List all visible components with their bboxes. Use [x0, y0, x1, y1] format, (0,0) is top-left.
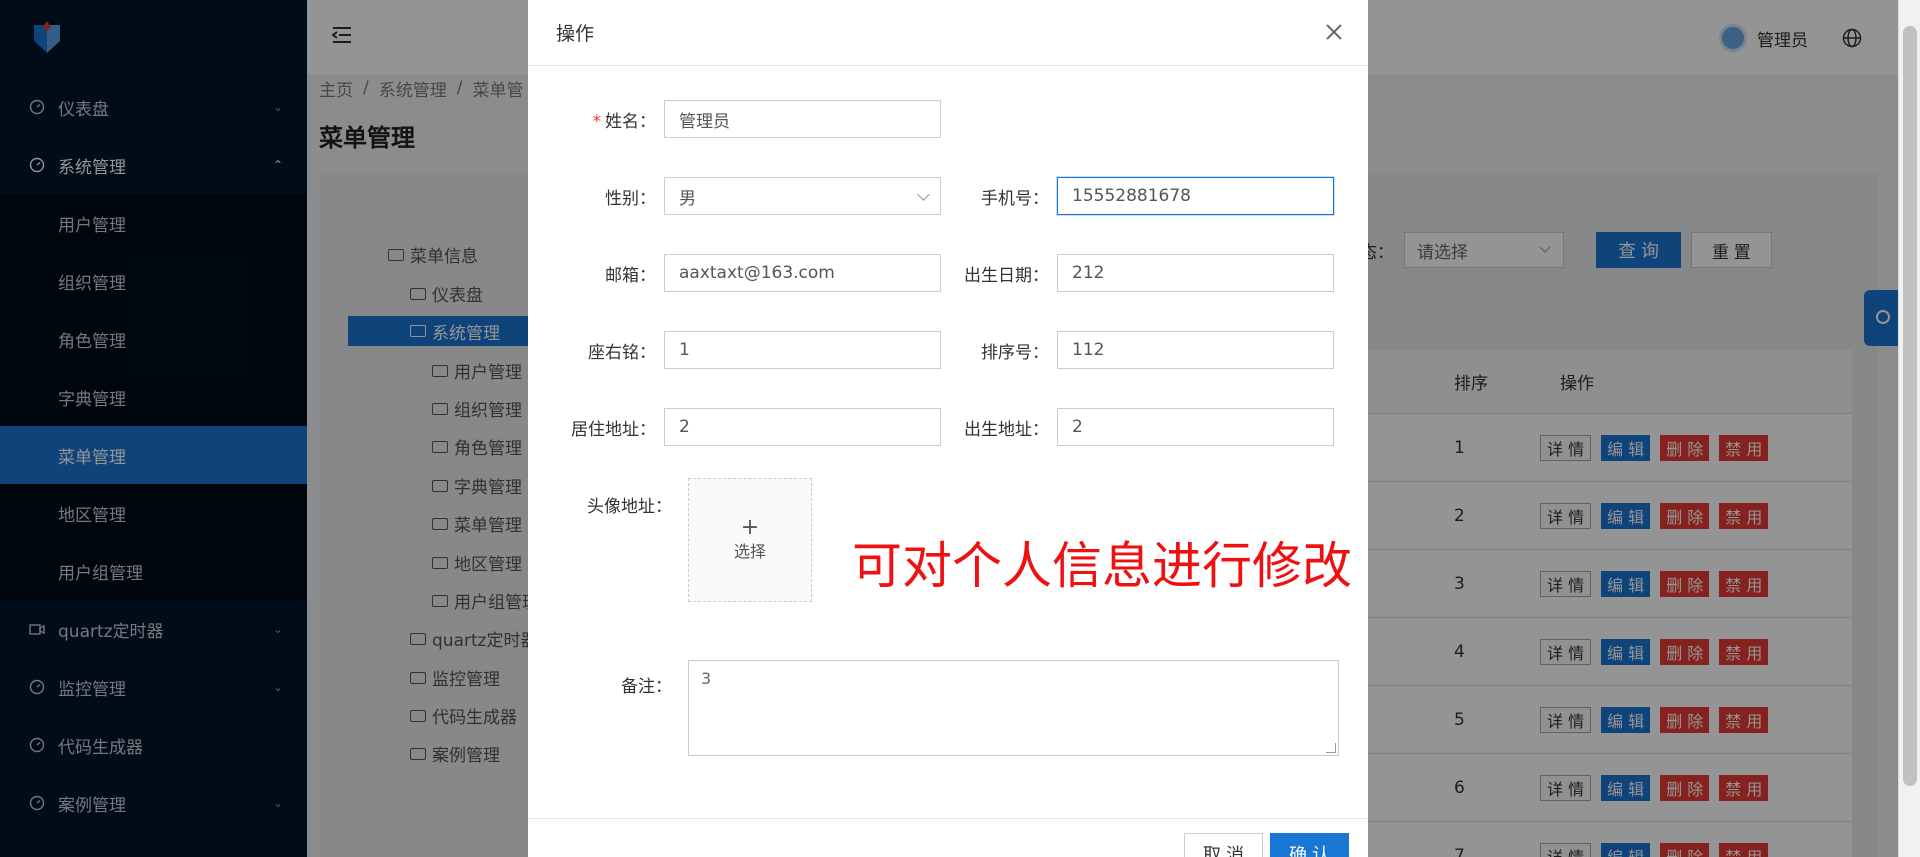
- address-label: 居住地址：: [571, 419, 656, 440]
- annotation-text: 可对个人信息进行修改: [852, 537, 1352, 595]
- remark-textarea[interactable]: 3: [688, 660, 1339, 756]
- phone-input[interactable]: 15552881678: [1057, 177, 1334, 215]
- gender-select[interactable]: 男: [664, 177, 941, 215]
- gender-label: 性别：: [605, 188, 656, 209]
- birth-date-label: 出生日期：: [964, 265, 1049, 286]
- birth-date-input[interactable]: 212: [1057, 254, 1334, 292]
- confirm-button[interactable]: 确 认: [1270, 833, 1350, 857]
- close-icon[interactable]: [1324, 22, 1344, 42]
- form-row-gender: 性别： 男: [528, 177, 941, 215]
- remark-label: 备注：: [621, 677, 672, 697]
- plus-icon: +: [740, 515, 760, 540]
- cancel-button[interactable]: 取 消: [1184, 833, 1264, 857]
- motto-input[interactable]: 1: [664, 331, 941, 369]
- email-input[interactable]: aaxtaxt@163.com: [664, 254, 941, 292]
- modal-title: 操作: [556, 23, 595, 45]
- resize-handle-icon[interactable]: [1326, 743, 1336, 753]
- avatar-upload[interactable]: + 选择: [688, 478, 812, 602]
- form-row-avatar: 头像地址：: [528, 492, 680, 517]
- form-row-birthplace: 出生地址： 2: [919, 408, 1334, 446]
- gender-value: 男: [679, 188, 696, 209]
- modal-header: 操作: [528, 0, 1368, 66]
- name-label: * 姓名：: [592, 111, 657, 132]
- email-label: 邮箱：: [605, 265, 656, 286]
- page-scrollbar[interactable]: [1898, 0, 1920, 857]
- form-row-phone: 手机号： 15552881678: [919, 177, 1334, 215]
- upload-select-label: 选择: [733, 542, 766, 561]
- form-row-remark: 备注：: [528, 672, 680, 697]
- phone-label: 手机号：: [981, 188, 1049, 209]
- sort-input[interactable]: 112: [1057, 331, 1334, 369]
- form-row-motto: 座右铭： 1: [528, 331, 941, 369]
- birthplace-input[interactable]: 2: [1057, 408, 1334, 446]
- motto-label: 座右铭：: [588, 342, 656, 363]
- form-row-email: 邮箱： aaxtaxt@163.com: [528, 254, 941, 292]
- required-mark: *: [592, 111, 602, 132]
- sort-label: 排序号：: [981, 342, 1049, 363]
- avatar-label: 头像地址：: [587, 497, 672, 517]
- form-row-sort: 排序号： 112: [919, 331, 1334, 369]
- form-row-name: * 姓名： 管理员: [528, 100, 941, 138]
- name-input[interactable]: 管理员: [664, 100, 941, 138]
- birthplace-label: 出生地址：: [964, 419, 1049, 440]
- remark-value: 3: [701, 669, 712, 688]
- form-row-address: 居住地址： 2: [528, 408, 941, 446]
- modal-footer: 取 消 确 认: [528, 818, 1368, 857]
- address-input[interactable]: 2: [664, 408, 941, 446]
- scrollbar-thumb[interactable]: [1903, 26, 1917, 786]
- form-row-birth-date: 出生日期： 212: [919, 254, 1334, 292]
